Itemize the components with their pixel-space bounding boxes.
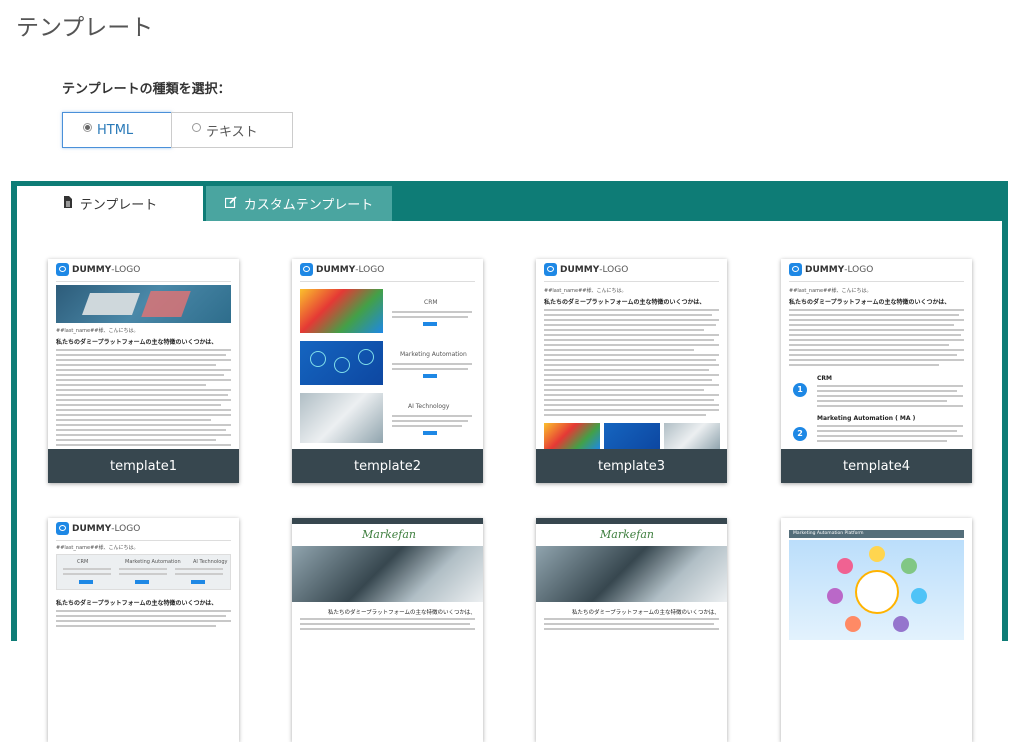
radio-text[interactable]: テキスト xyxy=(171,112,293,148)
template-card-5[interactable]: DUMMY -LOGO ##last_name##様、こんにちは。 CRM Mar… xyxy=(48,518,239,742)
thumb-brand-logo: Markefan xyxy=(362,528,416,541)
logo-icon xyxy=(789,263,802,276)
thumb-hero-image xyxy=(56,285,231,323)
tab-template[interactable]: テンプレート xyxy=(17,186,203,221)
template-type-label: テンプレートの種類を選択： xyxy=(62,82,231,97)
template-name: template3 xyxy=(536,449,727,483)
tab-custom-template[interactable]: カスタムテンプレート xyxy=(206,186,392,221)
template-card-4[interactable]: DUMMY -LOGO ##last_name##様、こんにちは。 私たちのダミー… xyxy=(781,259,972,483)
logo-icon xyxy=(544,263,557,276)
template-card-8[interactable]: Marketing Automation Platform xyxy=(781,518,972,742)
template-name: template1 xyxy=(48,449,239,483)
radio-label-html: HTML xyxy=(97,122,134,138)
thumb-ma-image xyxy=(300,341,383,385)
thumb-handshake-image xyxy=(536,546,727,602)
radio-dot-html[interactable] xyxy=(83,122,92,132)
thumb-ai-image xyxy=(300,393,383,443)
tab-template-label: テンプレート xyxy=(79,198,158,213)
template-card-2[interactable]: DUMMY -LOGO CRM Marketing Automation AI T… xyxy=(292,259,483,483)
template-card-7[interactable]: Markefan 私たちのダミープラットフォームの主な特徴のいくつかは、 xyxy=(536,518,727,742)
template-card-1[interactable]: DUMMY -LOGO ##last_name##様、こんにちは。 私たちのダミー… xyxy=(48,259,239,483)
thumb-number-2: 2 xyxy=(793,427,807,441)
template-panel: テンプレート カスタムテンプレート DUMMY -LOGO ##last_name… xyxy=(11,181,1008,742)
thumb-top-bar xyxy=(292,518,483,524)
template-name: template4 xyxy=(781,449,972,483)
template-card-3[interactable]: DUMMY -LOGO ##last_name##様、こんにちは。 私たちのダミー… xyxy=(536,259,727,483)
thumb-crm-image xyxy=(300,289,383,333)
thumb-brand-logo: Markefan xyxy=(600,528,654,541)
thumb-number-1: 1 xyxy=(793,383,807,397)
template-grid: DUMMY -LOGO ##last_name##様、こんにちは。 私たちのダミー… xyxy=(17,221,1002,742)
thumb-image-1 xyxy=(544,423,600,449)
thumb-logo: DUMMY -LOGO xyxy=(300,263,384,276)
template-type-radio-group: HTML テキスト xyxy=(62,112,293,148)
template-name: template2 xyxy=(292,449,483,483)
thumb-logo: DUMMY -LOGO xyxy=(56,263,140,276)
thumb-feature-box: CRM Marketing Automation AI Technology xyxy=(56,554,231,590)
thumb-handshake-image xyxy=(292,546,483,602)
logo-icon xyxy=(56,522,69,535)
page-title: テンプレート xyxy=(16,15,154,41)
radio-label-text: テキスト xyxy=(206,124,258,140)
thumb-header-bar: Marketing Automation Platform xyxy=(789,530,964,538)
template-card-6[interactable]: Markefan 私たちのダミープラットフォームの主な特徴のいくつかは、 xyxy=(292,518,483,742)
thumb-image-2 xyxy=(604,423,660,449)
radio-html[interactable]: HTML xyxy=(62,112,172,148)
thumb-top-bar xyxy=(536,518,727,524)
radio-dot-text[interactable] xyxy=(192,122,201,132)
logo-icon xyxy=(300,263,313,276)
logo-icon xyxy=(56,263,69,276)
edit-icon xyxy=(224,196,237,211)
document-icon xyxy=(63,196,73,211)
thumb-logo: DUMMY -LOGO xyxy=(544,263,628,276)
tab-custom-template-label: カスタムテンプレート xyxy=(243,198,374,213)
thumb-diagram-image xyxy=(789,540,964,640)
thumb-logo: DUMMY -LOGO xyxy=(56,522,140,535)
thumb-image-3 xyxy=(664,423,720,449)
thumb-logo: DUMMY -LOGO xyxy=(789,263,873,276)
